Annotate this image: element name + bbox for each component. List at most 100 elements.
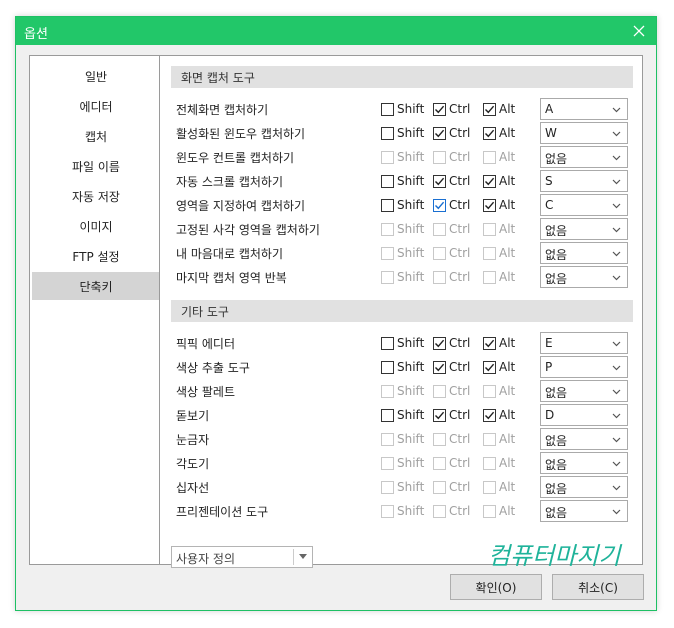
- ctrl-checkbox[interactable]: Ctrl: [433, 384, 470, 398]
- key-select[interactable]: 없음: [540, 500, 628, 522]
- hotkey-settings-panel: 화면 캡처 도구 전체화면 캡처하기 Shift Ctrl Alt A 활성화된 윈도우 캡…: [159, 55, 643, 570]
- checkmark-icon: [435, 177, 445, 185]
- ctrl-checkbox[interactable]: Ctrl: [433, 174, 470, 188]
- shift-checkbox[interactable]: Shift: [381, 222, 424, 236]
- hotkey-row: 활성화된 윈도우 캡처하기 Shift Ctrl Alt W: [160, 121, 642, 145]
- ctrl-checkbox[interactable]: Ctrl: [433, 102, 470, 116]
- shift-checkbox[interactable]: Shift: [381, 456, 424, 470]
- nav-item[interactable]: 단축키: [32, 272, 160, 300]
- alt-checkbox[interactable]: Alt: [483, 432, 515, 446]
- key-select[interactable]: 없음: [540, 146, 628, 168]
- checkbox-box: [483, 384, 496, 398]
- alt-checkbox[interactable]: Alt: [483, 504, 515, 518]
- hotkey-row: 자동 스크롤 캡처하기 Shift Ctrl Alt S: [160, 169, 642, 193]
- shift-checkbox[interactable]: Shift: [381, 432, 424, 446]
- checkbox-box: [483, 270, 496, 284]
- key-select-value: 없음: [545, 482, 568, 496]
- ctrl-label: Ctrl: [449, 504, 471, 518]
- key-select[interactable]: 없음: [540, 380, 628, 402]
- alt-checkbox[interactable]: Alt: [483, 408, 515, 422]
- key-select[interactable]: 없음: [540, 476, 628, 498]
- ctrl-checkbox[interactable]: Ctrl: [433, 198, 470, 212]
- shift-checkbox[interactable]: Shift: [381, 198, 424, 212]
- ctrl-checkbox[interactable]: Ctrl: [433, 126, 470, 140]
- key-select[interactable]: 없음: [540, 452, 628, 474]
- nav-item[interactable]: 에디터: [32, 92, 160, 120]
- nav-item[interactable]: 일반: [32, 62, 160, 90]
- shift-label: Shift: [397, 174, 425, 188]
- checkbox-box: [483, 150, 496, 164]
- alt-label: Alt: [499, 360, 516, 374]
- hotkey-row: 색상 팔레트 Shift Ctrl Alt 없음: [160, 379, 642, 403]
- alt-checkbox[interactable]: Alt: [483, 384, 515, 398]
- checkmark-icon: [435, 411, 445, 419]
- nav-item[interactable]: 캡처: [32, 122, 160, 150]
- alt-checkbox[interactable]: Alt: [483, 102, 515, 116]
- ctrl-checkbox[interactable]: Ctrl: [433, 150, 470, 164]
- shift-checkbox[interactable]: Shift: [381, 246, 424, 260]
- shift-checkbox[interactable]: Shift: [381, 360, 424, 374]
- key-select-value: A: [545, 102, 554, 116]
- key-select[interactable]: 없음: [540, 242, 628, 264]
- key-select[interactable]: 없음: [540, 428, 628, 450]
- alt-checkbox[interactable]: Alt: [483, 360, 515, 374]
- key-select[interactable]: W: [540, 122, 628, 144]
- alt-label: Alt: [499, 222, 516, 236]
- ctrl-checkbox[interactable]: Ctrl: [433, 270, 470, 284]
- cancel-button-label: 취소(C): [578, 580, 618, 595]
- chevron-down-icon: [612, 485, 621, 491]
- cancel-button[interactable]: 취소(C): [552, 574, 644, 600]
- alt-checkbox[interactable]: Alt: [483, 246, 515, 260]
- checkmark-icon: [435, 201, 445, 209]
- shift-checkbox[interactable]: Shift: [381, 480, 424, 494]
- nav-item[interactable]: 파일 이름: [32, 152, 160, 180]
- ctrl-label: Ctrl: [449, 432, 471, 446]
- ctrl-checkbox[interactable]: Ctrl: [433, 432, 470, 446]
- key-select-value: D: [545, 408, 555, 422]
- alt-checkbox[interactable]: Alt: [483, 336, 515, 350]
- shift-checkbox[interactable]: Shift: [381, 336, 424, 350]
- close-button[interactable]: [622, 17, 656, 45]
- checkbox-box: [433, 480, 446, 494]
- preset-select[interactable]: 사용자 정의: [171, 546, 313, 568]
- shift-checkbox[interactable]: Shift: [381, 270, 424, 284]
- alt-checkbox[interactable]: Alt: [483, 174, 515, 188]
- ctrl-checkbox[interactable]: Ctrl: [433, 360, 470, 374]
- alt-checkbox[interactable]: Alt: [483, 456, 515, 470]
- key-select[interactable]: C: [540, 194, 628, 216]
- shift-checkbox[interactable]: Shift: [381, 174, 424, 188]
- key-select[interactable]: S: [540, 170, 628, 192]
- section-header: 화면 캡처 도구: [171, 66, 633, 88]
- shift-checkbox[interactable]: Shift: [381, 384, 424, 398]
- ctrl-checkbox[interactable]: Ctrl: [433, 246, 470, 260]
- shift-checkbox[interactable]: Shift: [381, 408, 424, 422]
- shift-checkbox[interactable]: Shift: [381, 150, 424, 164]
- key-select[interactable]: A: [540, 98, 628, 120]
- key-select[interactable]: P: [540, 356, 628, 378]
- checkbox-box: [433, 336, 446, 350]
- ctrl-label: Ctrl: [449, 246, 471, 260]
- nav-item[interactable]: 이미지: [32, 212, 160, 240]
- key-select[interactable]: 없음: [540, 218, 628, 240]
- alt-checkbox[interactable]: Alt: [483, 480, 515, 494]
- key-select[interactable]: D: [540, 404, 628, 426]
- ctrl-checkbox[interactable]: Ctrl: [433, 222, 470, 236]
- ctrl-checkbox[interactable]: Ctrl: [433, 456, 470, 470]
- nav-item[interactable]: 자동 저장: [32, 182, 160, 210]
- alt-checkbox[interactable]: Alt: [483, 150, 515, 164]
- ctrl-checkbox[interactable]: Ctrl: [433, 480, 470, 494]
- alt-checkbox[interactable]: Alt: [483, 198, 515, 212]
- key-select[interactable]: 없음: [540, 266, 628, 288]
- ok-button[interactable]: 확인(O): [450, 574, 542, 600]
- ctrl-checkbox[interactable]: Ctrl: [433, 504, 470, 518]
- key-select[interactable]: E: [540, 332, 628, 354]
- shift-checkbox[interactable]: Shift: [381, 102, 424, 116]
- alt-checkbox[interactable]: Alt: [483, 126, 515, 140]
- shift-checkbox[interactable]: Shift: [381, 126, 424, 140]
- nav-item[interactable]: FTP 설정: [32, 242, 160, 270]
- ctrl-checkbox[interactable]: Ctrl: [433, 336, 470, 350]
- ctrl-checkbox[interactable]: Ctrl: [433, 408, 470, 422]
- alt-checkbox[interactable]: Alt: [483, 222, 515, 236]
- alt-checkbox[interactable]: Alt: [483, 270, 515, 284]
- shift-checkbox[interactable]: Shift: [381, 504, 424, 518]
